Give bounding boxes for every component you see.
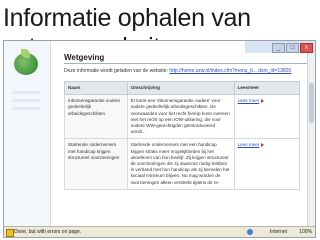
page-heading: Wetgeving xyxy=(64,53,308,64)
arrow-right-icon[interactable] xyxy=(261,98,265,103)
close-button[interactable]: x xyxy=(300,43,313,53)
arrow-right-icon[interactable] xyxy=(261,143,265,148)
table-cell-leesmeer: Lees meer xyxy=(233,138,301,190)
legislation-table: Naam Omschrijving Leesmeer Inkomensgaran… xyxy=(64,80,301,190)
left-navigation-pane xyxy=(4,41,51,227)
slide: Informatie ophalen van externe websites … xyxy=(0,0,320,240)
table-cell-leesmeer: Lees meer xyxy=(233,94,301,140)
window-controls: _ □ x xyxy=(245,41,315,53)
lees-meer-link[interactable]: Lees meer xyxy=(238,142,260,147)
column-header-naam[interactable]: Naam xyxy=(64,80,128,96)
table-cell-omschrijving: Startende ondernemers met een handicap k… xyxy=(126,138,235,190)
table-row: Inkomensgarantie oudere gedeeltelijk arb… xyxy=(64,94,301,140)
slide-title-line-1: Informatie ophalen van xyxy=(3,4,251,32)
status-text: Done, but with errors on page. xyxy=(14,229,82,235)
status-bar: Done, but with errors on page. Internet … xyxy=(4,226,315,237)
browser-screenshot: _ □ x Wetgeving Deze informatie wordt ge… xyxy=(3,40,316,238)
table-cell-omschrijving: Er komt een 'inkomensgarantie oudere' vo… xyxy=(126,94,235,140)
table-row: Startende ondernemers met handicap krijg… xyxy=(64,138,301,190)
minimize-button[interactable]: _ xyxy=(272,43,285,53)
table-header-row: Naam Omschrijving Leesmeer xyxy=(64,80,301,96)
table-cell-naam: Startende ondernemers met handicap krijg… xyxy=(64,138,128,190)
table-cell-naam: Inkomensgarantie oudere gedeeltelijk arb… xyxy=(64,94,128,140)
source-info-text: Deze informatie wordt geladen van de web… xyxy=(64,68,170,74)
leaf-icon xyxy=(21,49,30,58)
scrollbar-thumb[interactable] xyxy=(309,83,314,123)
security-zone: Internet xyxy=(270,229,287,235)
warning-icon[interactable] xyxy=(6,229,14,237)
page-content: Wetgeving Deze informatie wordt geladen … xyxy=(64,53,308,190)
column-header-omschrijving[interactable]: Omschrijving xyxy=(126,80,235,96)
nav-placeholder-line xyxy=(12,107,40,110)
nav-placeholder-line xyxy=(12,99,40,102)
vertical-scrollbar[interactable] xyxy=(307,53,315,227)
globe-icon xyxy=(247,229,253,235)
maximize-button[interactable]: □ xyxy=(286,43,299,53)
lees-meer-link[interactable]: Lees meer xyxy=(238,98,260,103)
column-header-leesmeer[interactable]: Leesmeer xyxy=(233,80,301,96)
source-link[interactable]: http://home.szw.nl/index.cfm?menu_it... … xyxy=(169,68,291,74)
nav-placeholder-line xyxy=(12,91,40,94)
zoom-level[interactable]: 100% xyxy=(299,227,312,237)
source-info: Deze informatie wordt geladen van de web… xyxy=(64,68,308,75)
